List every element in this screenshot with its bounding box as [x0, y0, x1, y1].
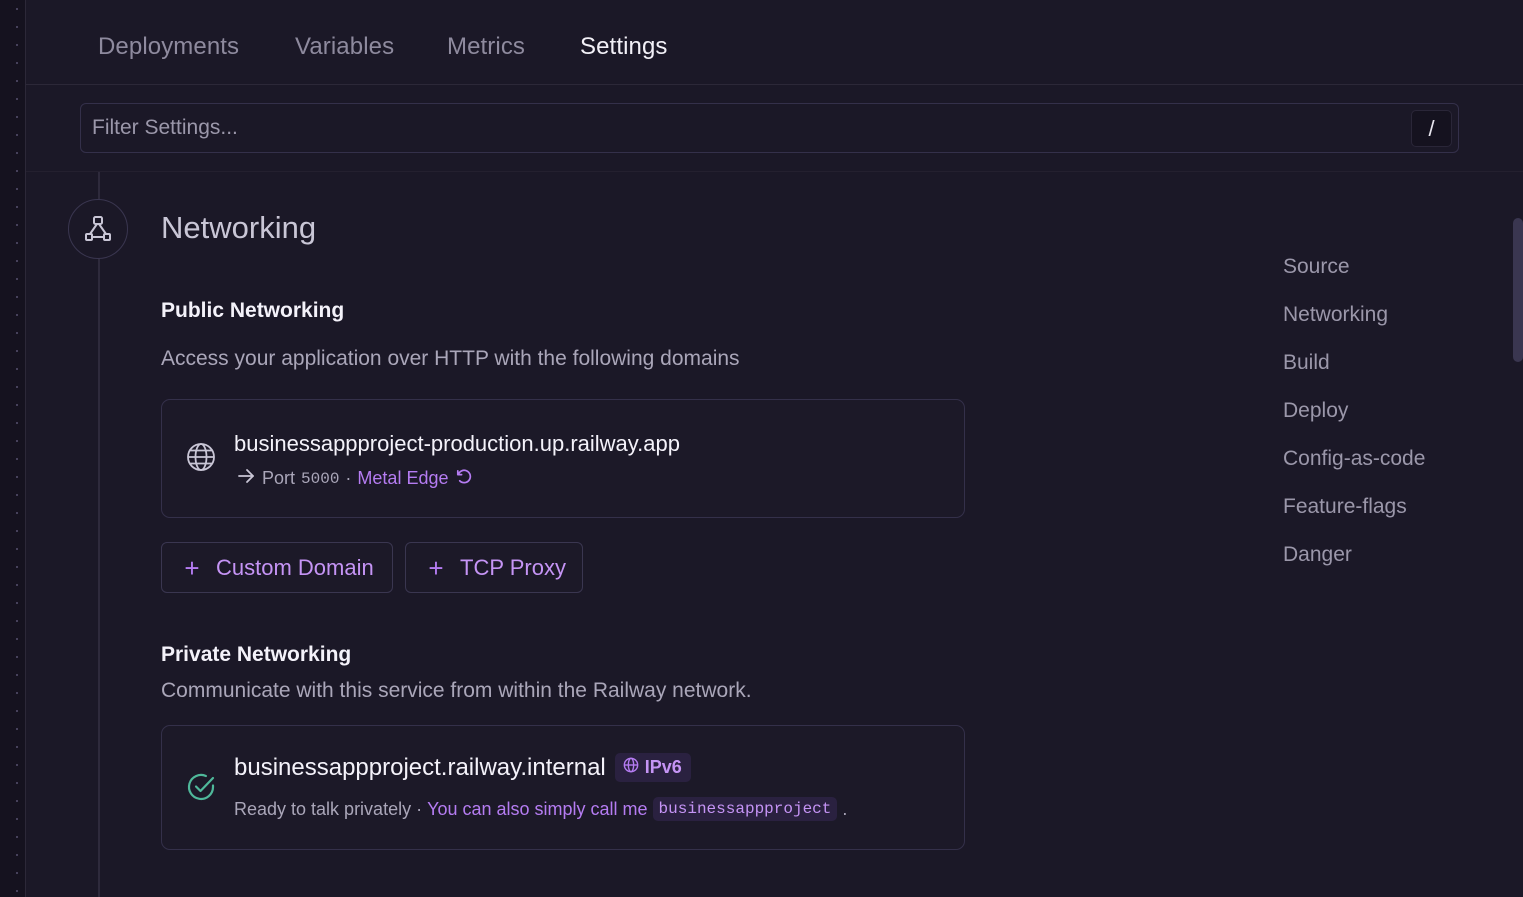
- right-nav-source[interactable]: Source: [1283, 255, 1350, 279]
- tab-variables[interactable]: Variables: [295, 33, 394, 61]
- left-rail: [0, 0, 26, 897]
- status-separator: ·: [416, 798, 423, 819]
- public-domain-link[interactable]: businessappproject-production.up.railway…: [234, 431, 680, 457]
- right-nav-build[interactable]: Build: [1283, 351, 1330, 375]
- tab-deployments[interactable]: Deployments: [98, 33, 239, 61]
- port-number[interactable]: 5000: [301, 470, 339, 488]
- tab-settings[interactable]: Settings: [580, 33, 668, 61]
- right-nav-config-as-code[interactable]: Config-as-code: [1283, 447, 1425, 471]
- timeline-line: [98, 172, 100, 897]
- rotate-ccw-icon[interactable]: [454, 467, 473, 491]
- rail-dots: [16, 0, 18, 897]
- private-domain-card: businessappproject.railway.internal IPv6…: [161, 725, 965, 850]
- public-domain-card: businessappproject-production.up.railway…: [161, 399, 965, 518]
- alias-text: You can also simply call me: [427, 798, 648, 819]
- private-networking-title: Private Networking: [161, 643, 352, 666]
- plus-icon: +: [184, 552, 200, 583]
- globe-icon: [186, 442, 216, 477]
- section-title-networking: Networking: [161, 210, 317, 245]
- private-domain-row: businessappproject.railway.internal IPv6: [234, 753, 691, 782]
- globe-icon: [623, 757, 639, 778]
- tcp-proxy-button[interactable]: + TCP Proxy: [405, 542, 583, 593]
- private-status-line: Ready to talk privately · You can also s…: [234, 797, 847, 821]
- port-label: Port: [262, 468, 296, 488]
- custom-domain-label: Custom Domain: [216, 554, 374, 580]
- right-nav-networking[interactable]: Networking: [1283, 303, 1388, 327]
- private-domain-text[interactable]: businessappproject.railway.internal: [234, 754, 606, 782]
- filter-shortcut-key: /: [1411, 110, 1452, 147]
- tab-metrics[interactable]: Metrics: [447, 33, 525, 61]
- public-domain-meta: Port 5000 · Metal Edge: [236, 466, 473, 491]
- filter-bar: /: [26, 85, 1523, 172]
- filter-settings-input[interactable]: [90, 104, 1390, 152]
- public-networking-description: Access your application over HTTP with t…: [161, 347, 740, 370]
- custom-domain-button[interactable]: + Custom Domain: [161, 542, 393, 593]
- network-nodes-icon: [68, 199, 128, 259]
- ipv6-badge: IPv6: [614, 753, 691, 782]
- alias-period: .: [842, 798, 848, 819]
- metal-edge-label[interactable]: Metal Edge: [357, 468, 448, 489]
- scrollbar-thumb[interactable]: [1513, 218, 1523, 362]
- meta-separator: ·: [345, 468, 352, 488]
- tcp-proxy-label: TCP Proxy: [460, 554, 566, 580]
- right-nav-feature-flags[interactable]: Feature-flags: [1283, 495, 1407, 519]
- private-networking-description: Communicate with this service from withi…: [161, 679, 752, 702]
- arrow-right-icon: [236, 466, 256, 491]
- filter-settings-box: /: [80, 103, 1459, 153]
- plus-icon: +: [428, 552, 444, 583]
- ipv6-label: IPv6: [644, 757, 682, 777]
- right-nav-deploy[interactable]: Deploy: [1283, 399, 1348, 423]
- public-networking-title: Public Networking: [161, 299, 345, 322]
- check-circle-icon: [186, 772, 216, 807]
- service-tabs: Deployments Variables Metrics Settings: [26, 0, 1523, 85]
- alias-chip[interactable]: businessappproject: [652, 797, 838, 821]
- right-nav-danger[interactable]: Danger: [1283, 543, 1352, 567]
- private-status-text: Ready to talk privately: [234, 798, 412, 819]
